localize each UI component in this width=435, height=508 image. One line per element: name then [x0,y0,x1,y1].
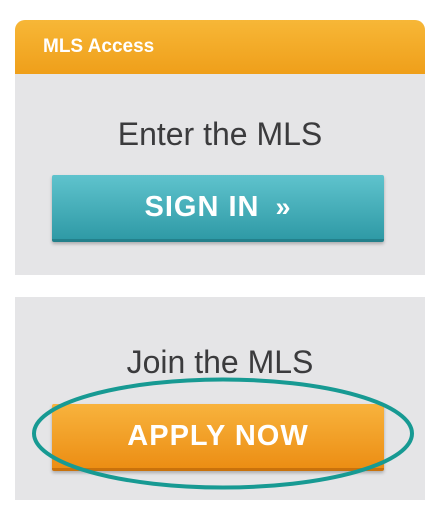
mls-access-title: MLS Access [43,36,155,57]
sign-in-button[interactable]: SIGN IN » [52,175,384,242]
apply-now-label: APPLY NOW [127,419,309,452]
mls-access-header: MLS Access [15,20,425,74]
apply-now-button[interactable]: APPLY NOW [52,404,384,471]
double-chevron-right-icon: » [275,191,292,222]
sign-in-label: SIGN IN [144,190,260,223]
enter-mls-heading: Enter the MLS [117,116,323,152]
join-mls-panel: Join the MLS APPLY NOW [15,297,425,500]
join-mls-heading: Join the MLS [126,344,314,380]
mls-access-panel: MLS Access Enter the MLS SIGN IN » [15,20,425,275]
